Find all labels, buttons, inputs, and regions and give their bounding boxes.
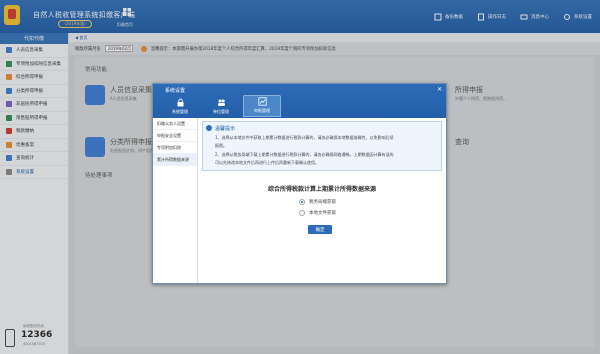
side-item-data-source[interactable]: 累计所得数据来源 — [153, 154, 197, 166]
dialog-side-menu: 扣缴义务人设置 申报安全设置 专项附加扣除 累计所得数据来源 — [153, 118, 198, 283]
tip-line: 2、选择从税务局端下载上期累计数据进行税款计算的，请务必确保网络通畅。上期数据因… — [215, 152, 394, 157]
tab-label: 申报管理 — [254, 108, 270, 113]
close-icon[interactable]: ✕ — [437, 86, 442, 93]
form-title: 综合所得税款计算上期累计所得数据来源 — [267, 186, 376, 193]
tab-system-management[interactable]: 系统管理 — [161, 95, 199, 117]
dialog-title: 系统设置 — [165, 88, 186, 94]
chart-icon — [257, 97, 267, 106]
tab-report-management[interactable]: 申报管理 — [243, 95, 281, 117]
dialog-body: 温馨提示 1、选择从本地文件中获取上期累计数据进行税款计算的，请务必确保本地数据… — [202, 121, 442, 281]
tip-line: 报税。 — [215, 143, 227, 148]
option-label: 本地文件获取 — [309, 211, 336, 216]
tab-label: 系统管理 — [172, 109, 188, 114]
system-settings-dialog: 系统设置 ✕ 系统管理 单位管理 申报管理 扣缴义务人设置 申报安全设置 专项附… — [152, 83, 447, 284]
tip-line: 1、选择从本地文件中获取上期累计数据进行税款计算的，请务必确保本地数据准确性，以… — [215, 135, 394, 140]
side-item-security[interactable]: 申报安全设置 — [153, 130, 197, 142]
option-tax-bureau[interactable]: 税务局端获取 — [299, 199, 336, 205]
info-icon — [206, 125, 212, 131]
dialog-header: 系统设置 ✕ 系统管理 单位管理 申报管理 — [153, 84, 446, 118]
side-item-special-deduction[interactable]: 专项附加扣除 — [153, 142, 197, 154]
tab-unit-management[interactable]: 单位管理 — [202, 95, 240, 117]
tip-box: 温馨提示 1、选择从本地文件中获取上期累计数据进行税款计算的，请务必确保本地数据… — [202, 121, 442, 171]
confirm-button[interactable]: 确定 — [308, 225, 332, 234]
app-window: 自然人税收管理系统扣缴客户端 （2019年版） 扣缴首页 备份数据 操作日志 消… — [0, 0, 600, 354]
dialog-tabs: 系统管理 单位管理 申报管理 — [161, 95, 281, 117]
users-icon — [217, 99, 225, 106]
radio-unchecked-icon[interactable] — [299, 210, 305, 216]
tab-label: 单位管理 — [213, 109, 229, 114]
radio-checked-icon[interactable] — [299, 199, 305, 205]
option-label: 税务局端获取 — [309, 200, 336, 205]
side-item-withholding-agent[interactable]: 扣缴义务人设置 — [153, 118, 197, 130]
option-local-file[interactable]: 本地文件获取 — [299, 210, 336, 216]
tip-line: 可以先修改本地文件后再进行上传后再重新下载确认使用。 — [215, 160, 319, 165]
lock-icon — [177, 98, 183, 107]
tip-title: 温馨提示 — [215, 126, 236, 132]
